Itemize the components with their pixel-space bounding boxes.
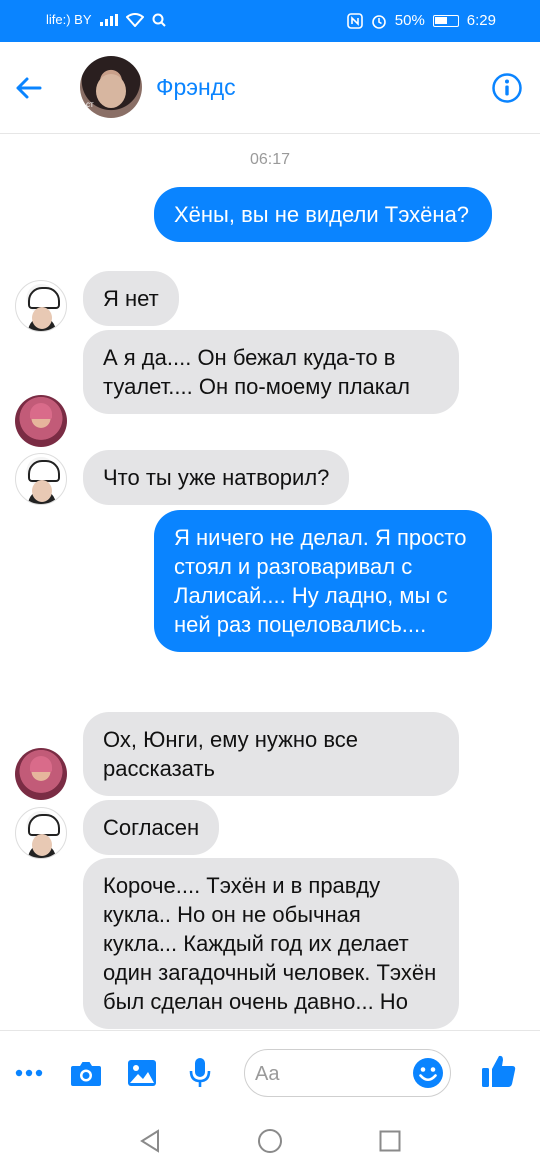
- composer-bar: [0, 1030, 540, 1114]
- nfc-icon: [346, 12, 363, 29]
- message-bubble-incoming[interactable]: Что ты уже натворил?: [83, 450, 350, 505]
- message-bubble-outgoing[interactable]: Хёны, вы не видели Тэхёна?: [154, 187, 492, 242]
- square-recents-icon: [379, 1130, 401, 1152]
- clock: 6:29: [466, 12, 496, 29]
- microphone-icon: [189, 1058, 211, 1087]
- back-button[interactable]: [10, 70, 46, 106]
- thumbs-up-icon: [482, 1055, 516, 1087]
- triangle-back-icon: [140, 1129, 159, 1153]
- sender-avatar[interactable]: [15, 748, 67, 800]
- sender-avatar[interactable]: [15, 395, 67, 447]
- chat-avatar[interactable]: ст: [80, 56, 142, 118]
- gallery-button[interactable]: [122, 1053, 162, 1093]
- alarm-icon: [371, 14, 386, 29]
- nav-recents-button[interactable]: [375, 1126, 405, 1156]
- wifi-icon: [125, 12, 144, 27]
- arrow-left-icon: [16, 77, 42, 99]
- carrier-label: life:) BY: [46, 12, 92, 27]
- status-left: life:) BY: [46, 12, 166, 27]
- like-button[interactable]: [479, 1051, 519, 1091]
- battery-percent: 50%: [394, 12, 425, 29]
- message-timestamp: 06:17: [249, 151, 291, 168]
- info-button[interactable]: [491, 72, 523, 104]
- message-bubble-incoming[interactable]: Согласен: [83, 800, 220, 855]
- sender-avatar[interactable]: [15, 807, 67, 859]
- sender-avatar[interactable]: [15, 280, 67, 332]
- status-bar: life:) BY 50% 6:29: [0, 0, 540, 42]
- message-bubble-incoming[interactable]: Я нет: [83, 271, 179, 326]
- circle-home-icon: [258, 1129, 282, 1153]
- more-dots-icon: [15, 1069, 43, 1077]
- more-button[interactable]: [9, 1053, 49, 1093]
- chat-header: ст Фрэндс: [0, 42, 540, 134]
- camera-button[interactable]: [66, 1053, 106, 1093]
- system-nav-bar: [0, 1114, 540, 1170]
- message-input[interactable]: [255, 1058, 405, 1090]
- status-right: 50% 6:29: [346, 12, 496, 29]
- chat-title[interactable]: Фрэндс: [156, 74, 236, 101]
- emoji-button[interactable]: [412, 1057, 444, 1089]
- message-bubble-incoming[interactable]: Ох, Юнги, ему нужно все рассказать: [83, 712, 459, 796]
- nav-home-button[interactable]: [255, 1126, 285, 1156]
- message-input-container[interactable]: [244, 1049, 451, 1097]
- nav-back-button[interactable]: [135, 1126, 165, 1156]
- message-list[interactable]: 06:17 Хёны, вы не видели Тэхёна? Я нет А…: [0, 134, 540, 1030]
- message-bubble-incoming[interactable]: А я да.... Он бежал куда-то в туалет....…: [83, 330, 459, 414]
- sender-avatar[interactable]: [15, 453, 67, 505]
- message-bubble-incoming[interactable]: Короче.... Тэхён и в правду кукла.. Но о…: [83, 858, 459, 1029]
- signal-icon: [99, 13, 118, 26]
- message-bubble-outgoing[interactable]: Я ничего не делал. Я просто стоял и разг…: [154, 510, 492, 652]
- battery-icon: [432, 14, 459, 27]
- smiley-icon: [413, 1058, 443, 1088]
- image-icon: [128, 1060, 156, 1086]
- info-icon: [492, 73, 522, 103]
- camera-icon: [71, 1062, 101, 1086]
- voice-button[interactable]: [180, 1053, 220, 1093]
- avatar-caption: ст: [86, 100, 94, 109]
- search-status-icon: [152, 13, 166, 27]
